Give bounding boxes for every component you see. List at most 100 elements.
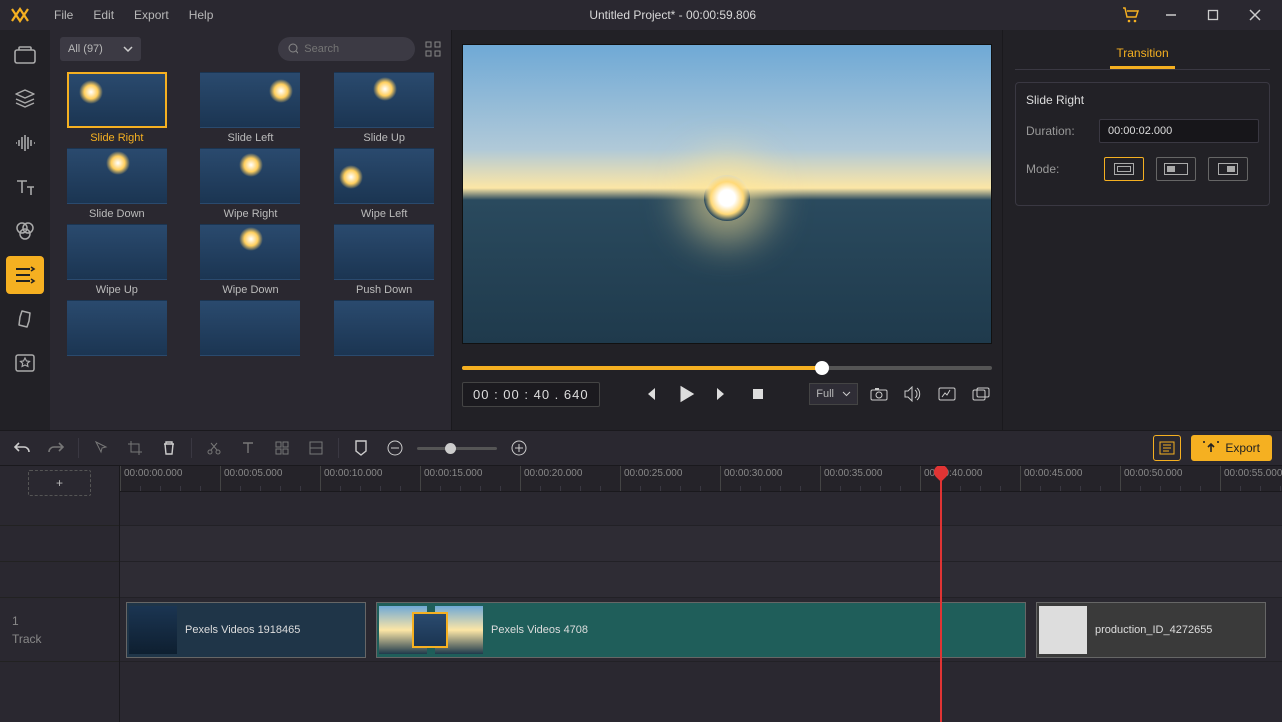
zoom-out-button[interactable] [383,436,407,460]
marker-button[interactable] [349,436,373,460]
title-bar: File Edit Export Help Untitled Project* … [0,0,1282,30]
rail-elements-icon[interactable] [6,300,44,338]
mode-suffix-button[interactable] [1208,157,1248,181]
transition-item[interactable]: Push Down [327,224,441,296]
transition-label: Slide Up [363,132,405,144]
transition-marker[interactable] [412,612,448,648]
chevron-down-icon [842,391,851,397]
transition-item[interactable]: Slide Right [60,72,174,144]
minimize-button[interactable] [1150,0,1192,30]
clip-thumb [129,606,177,654]
transition-label: Wipe Up [96,284,138,296]
grid-view-icon[interactable] [425,41,441,57]
clip[interactable]: Pexels Videos 4708 [376,602,1026,658]
track-row[interactable] [120,526,1282,562]
undo-button[interactable] [10,436,34,460]
transition-label: Wipe Left [361,208,407,220]
menu-help[interactable]: Help [179,0,224,30]
duration-label: Duration: [1026,124,1089,138]
redo-button[interactable] [44,436,68,460]
menu-edit[interactable]: Edit [83,0,124,30]
preview-panel: 00 : 00 : 40 . 640 Full [452,30,1002,430]
transition-label: Slide Down [89,208,145,220]
track-row-main[interactable]: Pexels Videos 1918465 Pexels Videos 4708… [120,598,1282,662]
rail-favorites-icon[interactable] [6,344,44,382]
delete-button[interactable] [157,436,181,460]
maximize-button[interactable] [1192,0,1234,30]
cart-icon[interactable] [1122,7,1140,23]
tool-text-icon[interactable] [236,436,260,460]
mode-overlap-button[interactable] [1104,157,1144,181]
resolution-select[interactable]: Full [809,383,858,405]
rail-audio-icon[interactable] [6,124,44,162]
transition-item[interactable]: Wipe Right [194,148,308,220]
transition-label: Wipe Down [222,284,278,296]
track-row[interactable] [120,562,1282,598]
close-button[interactable] [1234,0,1276,30]
transition-item[interactable]: Wipe Left [327,148,441,220]
properties-panel: Transition Slide Right Duration: Mode: [1002,30,1282,430]
tab-transition[interactable]: Transition [1110,46,1174,69]
render-button[interactable] [1153,435,1181,461]
gallery-filter-label: All (97) [68,43,103,55]
transition-item[interactable]: Wipe Down [194,224,308,296]
transition-item[interactable]: Slide Up [327,72,441,144]
track-number: 1 [12,614,19,628]
prev-frame-button[interactable] [639,383,661,405]
left-rail [0,30,50,430]
rail-filters-icon[interactable] [6,212,44,250]
transition-name: Slide Right [1026,93,1259,107]
transition-item[interactable] [60,300,174,356]
tool-crop-icon[interactable] [123,436,147,460]
rail-media-icon[interactable] [6,36,44,74]
timeline-track-headers: + 1 Track [0,466,120,722]
split-button[interactable] [202,436,226,460]
track-row[interactable] [120,492,1282,526]
transition-item[interactable]: Slide Left [194,72,308,144]
duration-input[interactable] [1099,119,1259,143]
rail-transitions-icon[interactable] [6,256,44,294]
export-button[interactable]: Export [1191,435,1272,461]
clip[interactable]: Pexels Videos 1918465 [126,602,366,658]
compare-icon[interactable] [936,383,958,405]
mode-label: Mode: [1026,162,1094,176]
volume-icon[interactable] [902,383,924,405]
zoom-in-button[interactable] [507,436,531,460]
transition-item[interactable]: Slide Down [60,148,174,220]
menu-file[interactable]: File [44,0,83,30]
timeline-toolbar: Export [0,430,1282,466]
preview-content [704,175,750,221]
search-input[interactable] [304,43,405,55]
player-timecode: 00 : 00 : 40 . 640 [462,382,600,407]
play-button[interactable] [675,383,697,405]
mode-prefix-button[interactable] [1156,157,1196,181]
tool-select-icon[interactable] [89,436,113,460]
transition-label: Slide Left [228,132,274,144]
playhead[interactable] [940,466,942,722]
transition-item[interactable]: Wipe Up [60,224,174,296]
zoom-slider[interactable] [417,447,497,450]
tool-freeze-icon[interactable] [304,436,328,460]
clip[interactable]: production_ID_4272655 [1036,602,1266,658]
stop-button[interactable] [747,383,769,405]
transitions-gallery: All (97) Slide Right Slide Left Slide Up… [50,30,452,430]
next-frame-button[interactable] [711,383,733,405]
gallery-search[interactable] [278,37,415,61]
rail-layers-icon[interactable] [6,80,44,118]
app-logo-icon [6,5,34,25]
snapshot-icon[interactable] [868,383,890,405]
timeline-ruler[interactable]: 00:00:00.00000:00:05.00000:00:10.00000:0… [120,466,1282,492]
tool-mosaic-icon[interactable] [270,436,294,460]
clip-label: Pexels Videos 4708 [491,624,588,636]
menu-export[interactable]: Export [124,0,179,30]
rail-text-icon[interactable] [6,168,44,206]
transition-item[interactable] [194,300,308,356]
transition-item[interactable] [327,300,441,356]
player-seekbar[interactable] [462,366,992,370]
gallery-filter-dropdown[interactable]: All (97) [60,37,141,61]
track-label: Track [12,632,42,646]
detach-icon[interactable] [970,383,992,405]
video-preview[interactable] [462,44,992,344]
properties-tab-bar: Transition [1015,30,1270,70]
export-icon [1203,441,1219,455]
